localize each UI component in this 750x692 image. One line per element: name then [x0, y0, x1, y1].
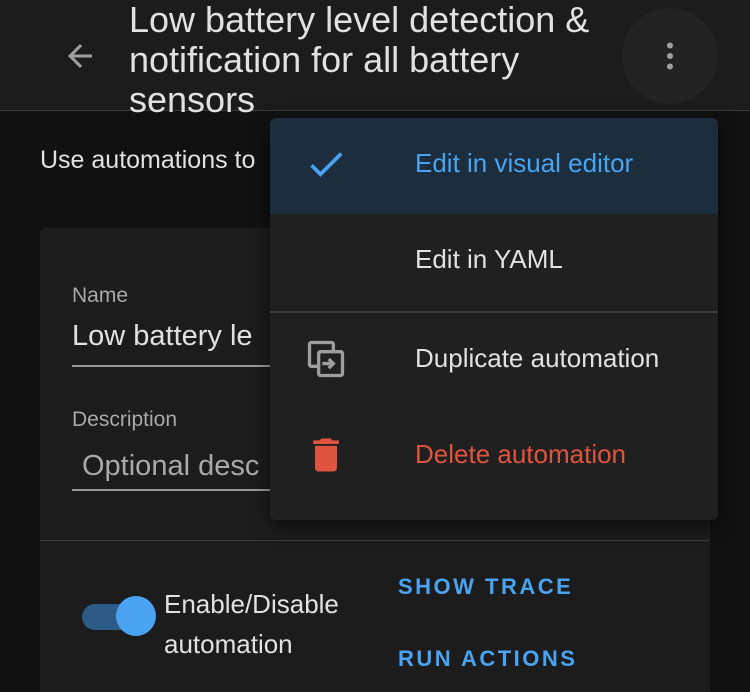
- top-app-bar: Low battery level detection & notificati…: [0, 0, 750, 120]
- overflow-menu: Edit in visual editor Edit in YAML Dupli…: [270, 118, 718, 520]
- run-actions-button[interactable]: RUN ACTIONS: [398, 646, 577, 672]
- show-trace-button[interactable]: SHOW TRACE: [398, 574, 573, 600]
- arrow-left-icon: [68, 44, 92, 68]
- name-field-label: Name: [72, 284, 129, 307]
- intro-text: Use automations to: [40, 146, 256, 174]
- menu-item-label: Duplicate automation: [415, 343, 660, 373]
- menu-item-edit-yaml[interactable]: Edit in YAML: [270, 214, 718, 310]
- menu-item-edit-visual[interactable]: Edit in visual editor: [270, 118, 718, 214]
- automation-editor: Low battery level detection & notificati…: [0, 0, 750, 692]
- card-divider: [40, 540, 710, 541]
- check-icon: [302, 140, 350, 188]
- toggle-knob: [116, 596, 156, 636]
- description-field-label: Description: [72, 408, 178, 431]
- description-field[interactable]: Optional desc: [82, 450, 259, 483]
- duplicate-icon: [302, 335, 350, 383]
- back-button[interactable]: [56, 32, 104, 80]
- menu-item-duplicate[interactable]: Duplicate automation: [270, 313, 718, 409]
- menu-item-label: Delete automation: [415, 439, 627, 469]
- menu-item-delete[interactable]: Delete automation: [270, 409, 718, 505]
- menu-item-label: Edit in visual editor: [415, 148, 634, 178]
- dots-vertical-icon: [667, 42, 673, 70]
- enable-toggle-label: Enable/Disable automation: [164, 589, 339, 659]
- name-field[interactable]: Low battery le: [72, 320, 253, 353]
- more-options-button[interactable]: [622, 8, 718, 104]
- menu-item-label: Edit in YAML: [415, 244, 563, 274]
- delete-icon: [302, 431, 350, 479]
- page-title: Low battery level detection & notificati…: [129, 0, 590, 120]
- enable-toggle[interactable]: [82, 594, 156, 638]
